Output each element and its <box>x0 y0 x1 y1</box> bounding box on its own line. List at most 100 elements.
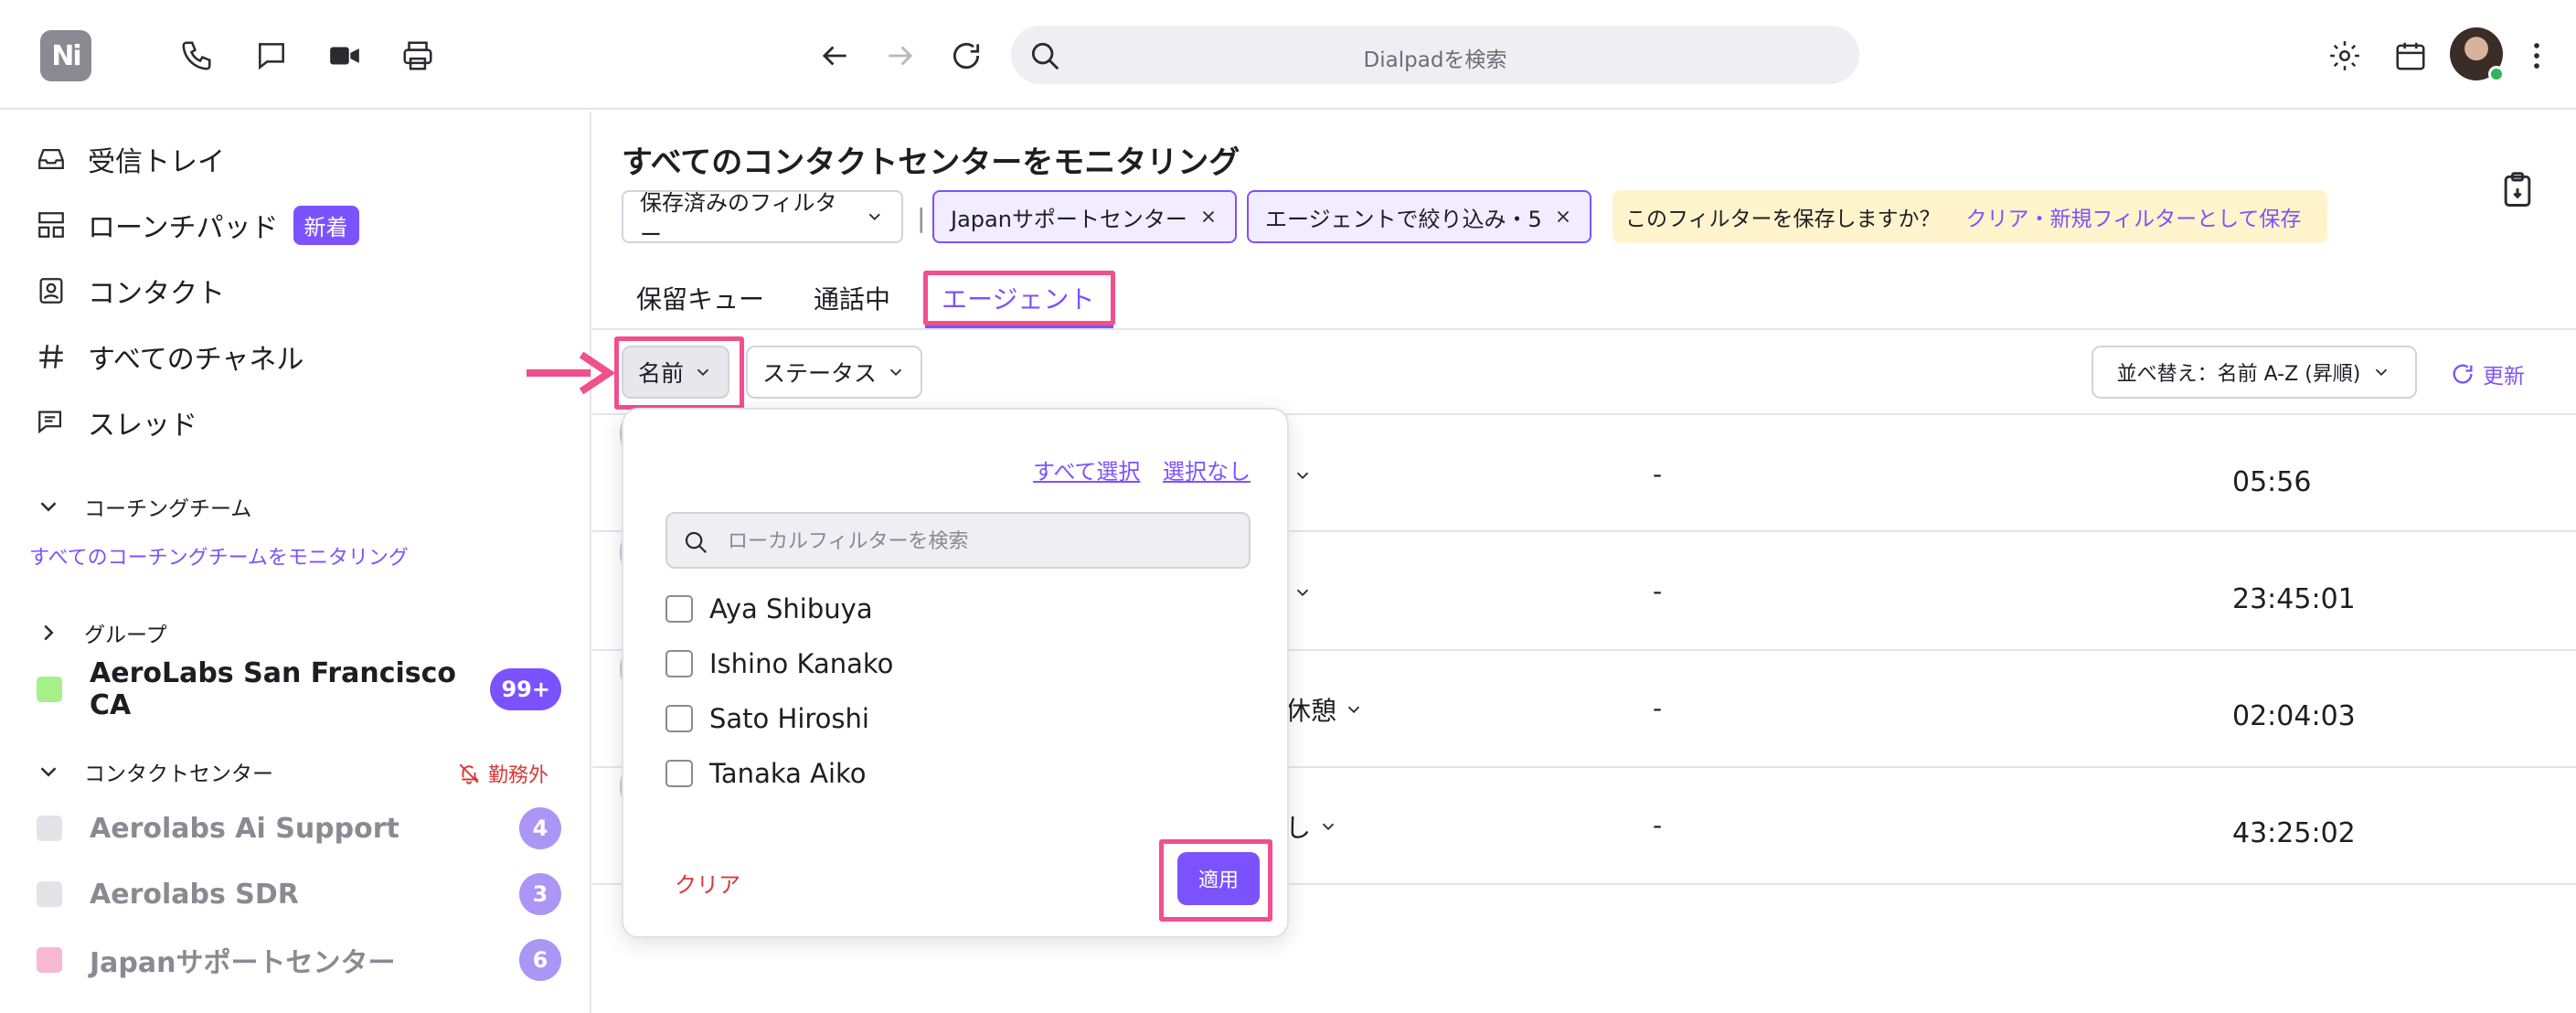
online-status-dot <box>2488 66 2505 82</box>
coaching-team-header[interactable]: コーチングチーム <box>35 488 251 525</box>
chevron-down-icon <box>40 767 57 777</box>
user-avatar[interactable] <box>2450 27 2505 82</box>
sidebar: 受信トレイ ローンチパッド 新着 コンタクト すべてのチャネル スレッド コーチ… <box>0 112 591 1013</box>
filter-label: ステータス <box>762 360 878 387</box>
chevron-down-icon <box>889 368 902 377</box>
filter-chip-agent[interactable]: エージェントで絞り込み・5 <box>1247 190 1591 243</box>
row-duration: 02:04:03 <box>2232 700 2356 732</box>
tab-hold-queue[interactable]: 保留キュー <box>636 280 764 316</box>
page-title: すべてのコンタクトセンターをモニタリング <box>622 144 1240 181</box>
status-filter-button[interactable]: ステータス <box>746 346 923 399</box>
center-label: Aerolabs SDR <box>90 878 299 911</box>
printer-icon[interactable] <box>397 35 439 77</box>
back-arrow-icon[interactable] <box>814 35 856 77</box>
hashtag-icon <box>35 340 68 373</box>
kebab-menu-icon[interactable] <box>2516 35 2558 77</box>
select-all-link[interactable]: すべて選択 <box>1033 453 1140 485</box>
chip-label: エージェントで絞り込み・5 <box>1265 206 1542 232</box>
center-color-swatch <box>37 947 62 973</box>
contact-icon <box>35 274 68 307</box>
filter-chip-center[interactable]: Japanサポートセンター <box>932 190 1237 243</box>
bell-off-icon <box>459 763 480 784</box>
row-dash: - <box>1653 576 1663 606</box>
gear-icon[interactable] <box>2324 35 2366 77</box>
center-label: Japanサポートセンター <box>90 947 396 979</box>
clipboard-icon[interactable] <box>2497 170 2538 210</box>
search-bar[interactable]: Dialpadを検索 <box>1011 26 1859 84</box>
sidebar-item-contacts[interactable]: コンタクト <box>35 269 225 313</box>
row-duration: 23:45:01 <box>2232 583 2356 615</box>
count-badge: 4 <box>519 807 561 849</box>
tabs-divider <box>592 328 2576 330</box>
option-label: Tanaka Aiko <box>709 758 867 789</box>
save-filter-actions[interactable]: クリア・新規フィルターとして保存 <box>1966 201 2302 232</box>
section-title: グループ <box>84 624 167 647</box>
contact-centers-header[interactable]: コンタクトセンター <box>35 753 273 790</box>
new-badge: 新着 <box>293 205 359 245</box>
group-item-aerolabs-sf[interactable]: AeroLabs San Francisco CA 99+ <box>37 657 561 721</box>
contact-center-item[interactable]: Aerolabs Ai Support 4 <box>37 805 561 852</box>
groups-header[interactable]: グループ <box>35 614 167 651</box>
thread-icon <box>35 406 68 439</box>
agent-option[interactable]: Tanaka Aiko <box>665 755 867 792</box>
center-color-swatch <box>37 816 62 841</box>
section-title: コーチングチーム <box>84 497 252 521</box>
agent-option[interactable]: Aya Shibuya <box>665 591 873 627</box>
phone-icon[interactable] <box>176 35 218 77</box>
option-label: Sato Hiroshi <box>709 703 869 734</box>
sidebar-item-label: 受信トレイ <box>88 146 225 178</box>
checkbox[interactable] <box>665 650 693 677</box>
checkbox[interactable] <box>665 705 693 732</box>
row-dash: - <box>1653 459 1663 489</box>
contact-center-item[interactable]: Aerolabs SDR 3 <box>37 870 561 918</box>
save-question: このフィルターを保存しますか？ <box>1625 208 1941 231</box>
tab-in-call[interactable]: 通話中 <box>814 280 890 316</box>
agent-option[interactable]: Ishino Kanako <box>665 645 893 682</box>
app-logo[interactable]: Ni <box>40 30 91 81</box>
clear-button[interactable]: クリア <box>675 867 740 899</box>
reload-icon[interactable] <box>945 35 987 77</box>
sidebar-item-label: コンタクト <box>88 278 225 310</box>
row-dash: - <box>1653 810 1663 840</box>
off-duty-label: 勤務外 <box>488 764 549 787</box>
video-icon[interactable] <box>324 35 366 77</box>
chevron-down-icon <box>2376 368 2388 377</box>
agent-option[interactable]: Sato Hiroshi <box>665 700 869 737</box>
local-filter-search[interactable] <box>665 512 1251 569</box>
calendar-icon[interactable] <box>2390 35 2432 77</box>
sidebar-item-label: スレッド <box>88 410 197 442</box>
off-duty-toggle[interactable]: 勤務外 <box>457 759 548 788</box>
chevron-down-icon <box>1347 706 1360 714</box>
center-label: Aerolabs Ai Support <box>90 812 399 845</box>
local-filter-input[interactable] <box>728 521 1240 561</box>
highlight-box <box>614 336 744 410</box>
sidebar-item-threads[interactable]: スレッド <box>35 400 197 444</box>
forward-arrow-icon[interactable] <box>879 35 921 77</box>
refresh-button[interactable]: 更新 <box>2450 358 2525 389</box>
chevron-down-icon <box>1296 472 1309 480</box>
sidebar-item-inbox[interactable]: 受信トレイ <box>35 137 225 181</box>
launchpad-icon <box>35 208 68 241</box>
inbox-icon <box>35 143 68 176</box>
contact-center-item[interactable]: Japanサポートセンター 6 <box>37 936 561 984</box>
group-color-swatch <box>37 677 62 702</box>
chevron-down-icon <box>1322 823 1335 831</box>
checkbox[interactable] <box>665 595 693 623</box>
sidebar-item-label: すべてのチャネル <box>88 344 304 376</box>
sort-dropdown[interactable]: 並べ替え：名前 A-Z (昇順) <box>2092 346 2417 399</box>
center-color-swatch <box>37 881 62 907</box>
sidebar-item-label: ローンチパッド <box>88 212 279 244</box>
chevron-right-icon <box>44 624 54 641</box>
sidebar-item-channels[interactable]: すべてのチャネル <box>35 335 303 379</box>
checkbox[interactable] <box>665 760 693 787</box>
saved-filters-dropdown[interactable]: 保存済みのフィルター <box>622 190 903 248</box>
close-icon[interactable] <box>1198 207 1219 227</box>
monitor-coaching-teams-link[interactable]: すべてのコーチングチームをモニタリング <box>29 541 409 570</box>
chat-icon[interactable] <box>250 35 293 77</box>
sidebar-item-launchpad[interactable]: ローンチパッド 新着 <box>35 203 359 247</box>
top-bar: Ni Dialpadを検索 <box>0 0 2576 110</box>
section-title: コンタクトセンター <box>84 762 273 786</box>
select-none-link[interactable]: 選択なし <box>1163 453 1251 485</box>
close-icon[interactable] <box>1553 207 1573 227</box>
highlight-box <box>1159 839 1272 922</box>
